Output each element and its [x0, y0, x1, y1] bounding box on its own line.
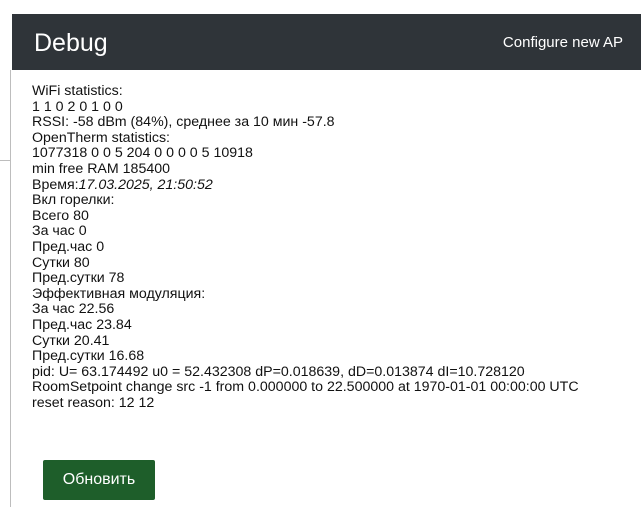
pid-line: pid: U= 63.174492 u0 = 52.432308 dP=0.01… [32, 363, 525, 380]
rssi-line: RSSI: -58 dBm (84%), среднее за 10 мин -… [32, 114, 335, 131]
room-setpoint-line: RoomSetpoint change src -1 from 0.000000… [32, 379, 579, 396]
opentherm-stats-values: 1077318 0 0 5 204 0 0 0 0 5 10918 [32, 145, 253, 162]
page-left-tick [0, 160, 10, 161]
modulation-prev-day: Пред.сутки 16.68 [32, 348, 145, 365]
burner-hour: За час 0 [32, 223, 87, 240]
opentherm-stats-title: OpenTherm statistics: [32, 129, 170, 146]
burner-prev-day: Пред.сутки 78 [32, 270, 125, 287]
modulation-hour: За час 22.56 [32, 301, 115, 318]
time-line: Время:17.03.2025, 21:50:52 [32, 176, 638, 194]
modulation-title: Эффективная модуляция: [32, 285, 206, 302]
modulation-day: Сутки 20.41 [32, 332, 110, 349]
configure-new-ap-link[interactable]: Configure new AP [503, 34, 623, 52]
wifi-stats-title: WiFi statistics: [32, 83, 123, 99]
refresh-button[interactable]: Обновить [43, 460, 155, 500]
modulation-prev-hour: Пред.час 23.84 [32, 316, 132, 333]
page-left-border [10, 70, 11, 507]
burner-title: Вкл горелки: [32, 192, 115, 209]
min-free-ram: min free RAM 185400 [32, 160, 171, 177]
time-value: 17.03.2025, 21:50:52 [78, 176, 213, 193]
reset-reason-line: reset reason: 12 12 [32, 394, 155, 411]
header-bar: Debug Configure new AP [12, 14, 641, 70]
page-title: Debug [34, 29, 108, 57]
time-label: Время: [32, 176, 79, 193]
burner-day: Сутки 80 [32, 254, 90, 271]
burner-total: Всего 80 [32, 207, 89, 224]
burner-prev-hour: Пред.час 0 [32, 238, 105, 255]
wifi-stats-values: 1 1 0 2 0 1 0 0 [32, 98, 123, 115]
debug-content: WiFi statistics: 1 1 0 2 0 1 0 0 RSSI: -… [32, 83, 638, 411]
